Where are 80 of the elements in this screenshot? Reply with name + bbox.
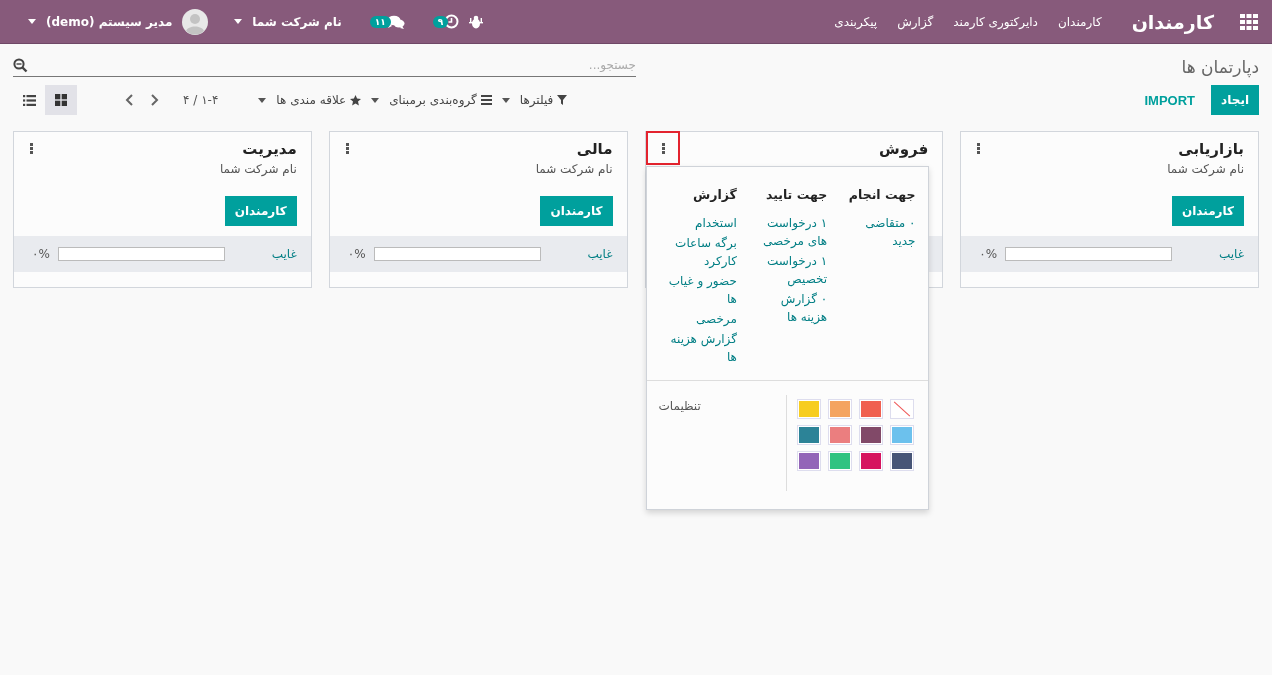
create-button[interactable]: ایجاد (1211, 85, 1259, 115)
import-button[interactable]: IMPORT (1138, 91, 1202, 109)
company-name: نام شرکت شما (219, 162, 297, 176)
menu-link[interactable]: استخدام (666, 214, 737, 232)
department-title: مالی (575, 140, 613, 158)
kanban-view-button[interactable] (45, 85, 77, 115)
color-swatch[interactable] (858, 425, 883, 445)
absent-link[interactable]: غایب (271, 247, 297, 261)
star-icon (350, 94, 362, 106)
menu-column-title: جهت تایید (764, 187, 828, 202)
settings-link[interactable]: تنظیمات (658, 399, 701, 491)
percent-value: ۰% (347, 247, 366, 261)
filter-dropdown[interactable]: فیلترها (501, 93, 568, 107)
avatar-icon (182, 8, 209, 35)
menu-link[interactable]: برگه ساعات کارکرد (666, 234, 737, 270)
filter-dropdown[interactable]: علاقه مندی ها (258, 93, 362, 107)
menu-link[interactable]: گزارش هزینه ها (666, 330, 737, 366)
employees-button[interactable]: کارمندان (224, 196, 297, 226)
caret-icon (501, 97, 510, 103)
breadcrumb: دپارتمان ها (1181, 57, 1259, 77)
top-menu-item[interactable]: پیکربندی (834, 14, 878, 29)
employees-button[interactable]: کارمندان (1172, 196, 1244, 226)
company-switcher[interactable]: نام شرکت شما (252, 14, 342, 29)
color-swatch[interactable] (827, 425, 852, 445)
pager-value: ۱-۴ / ۴ (183, 93, 219, 107)
color-swatch[interactable] (796, 451, 821, 471)
activity-count-badge: ۹ (432, 15, 449, 28)
menu-link[interactable]: ۰ متقاضی جدید (845, 214, 916, 250)
color-swatch[interactable] (827, 399, 852, 419)
caret-icon (234, 19, 243, 24)
more-options-icon[interactable] (345, 143, 349, 154)
app-title: کارمندان (1131, 10, 1214, 33)
menu-link[interactable]: حضور و غیاب ها (666, 272, 737, 308)
color-swatch[interactable] (796, 399, 821, 419)
menu-link[interactable]: مرخصی (666, 310, 737, 328)
employees-button[interactable]: کارمندان (540, 196, 613, 226)
department-title: مدیریت (241, 140, 297, 158)
more-options-icon[interactable] (661, 143, 665, 154)
filter-dropdown[interactable]: گروه‌بندی برمبنای (371, 93, 492, 107)
message-count-badge: ۱۱ (369, 15, 391, 28)
caret-icon (371, 97, 380, 103)
previous-icon[interactable] (125, 93, 135, 107)
search-icon[interactable] (13, 57, 28, 73)
list-icon (22, 94, 36, 106)
absent-link[interactable]: غایب (587, 247, 613, 261)
top-menu-item[interactable]: دایرکتوری کارمند (953, 14, 1038, 29)
percent-value: ۰% (979, 247, 998, 261)
next-icon[interactable] (149, 93, 159, 107)
color-swatch[interactable] (796, 425, 821, 445)
list-lines-icon (480, 95, 492, 105)
absent-link[interactable]: غایب (1218, 247, 1244, 261)
caret-icon (28, 19, 36, 24)
menu-link[interactable]: ۰ گزارش هزینه ها (754, 290, 828, 326)
menu-link[interactable]: ۱ درخواست تخصیص (754, 252, 828, 288)
user-menu[interactable]: مدیر سیستم (demo) (46, 14, 173, 29)
menu-column-title: گزارش (692, 187, 737, 202)
menu-link[interactable]: ۱ درخواست های مرخصی (754, 214, 828, 250)
search-field[interactable]: جستجو... (28, 58, 636, 72)
company-name: نام شرکت شما (1167, 162, 1244, 176)
caret-icon (258, 97, 267, 103)
color-swatch[interactable] (889, 451, 914, 471)
menu-column-title: جهت انجام (847, 187, 916, 202)
no-color-swatch[interactable] (889, 399, 914, 419)
color-swatch[interactable] (827, 451, 852, 471)
bug-icon[interactable] (469, 14, 484, 29)
department-title: بازاریابی (1177, 140, 1244, 158)
clock-icon[interactable] (444, 14, 460, 29)
filter-icon (557, 95, 568, 105)
color-swatch[interactable] (889, 425, 914, 445)
company-name: نام شرکت شما (535, 162, 613, 176)
more-options-icon[interactable] (30, 143, 33, 154)
top-menu-item[interactable]: گزارش (897, 14, 934, 29)
top-menu-item[interactable]: کارمندان (1057, 14, 1102, 29)
color-swatch[interactable] (858, 399, 883, 419)
percent-value: ۰% (32, 247, 50, 261)
department-title: فروش (879, 140, 929, 158)
color-swatch[interactable] (858, 451, 883, 471)
more-options-icon[interactable] (977, 143, 981, 154)
apps-menu-icon[interactable] (1240, 13, 1258, 30)
grid-icon (55, 94, 67, 106)
